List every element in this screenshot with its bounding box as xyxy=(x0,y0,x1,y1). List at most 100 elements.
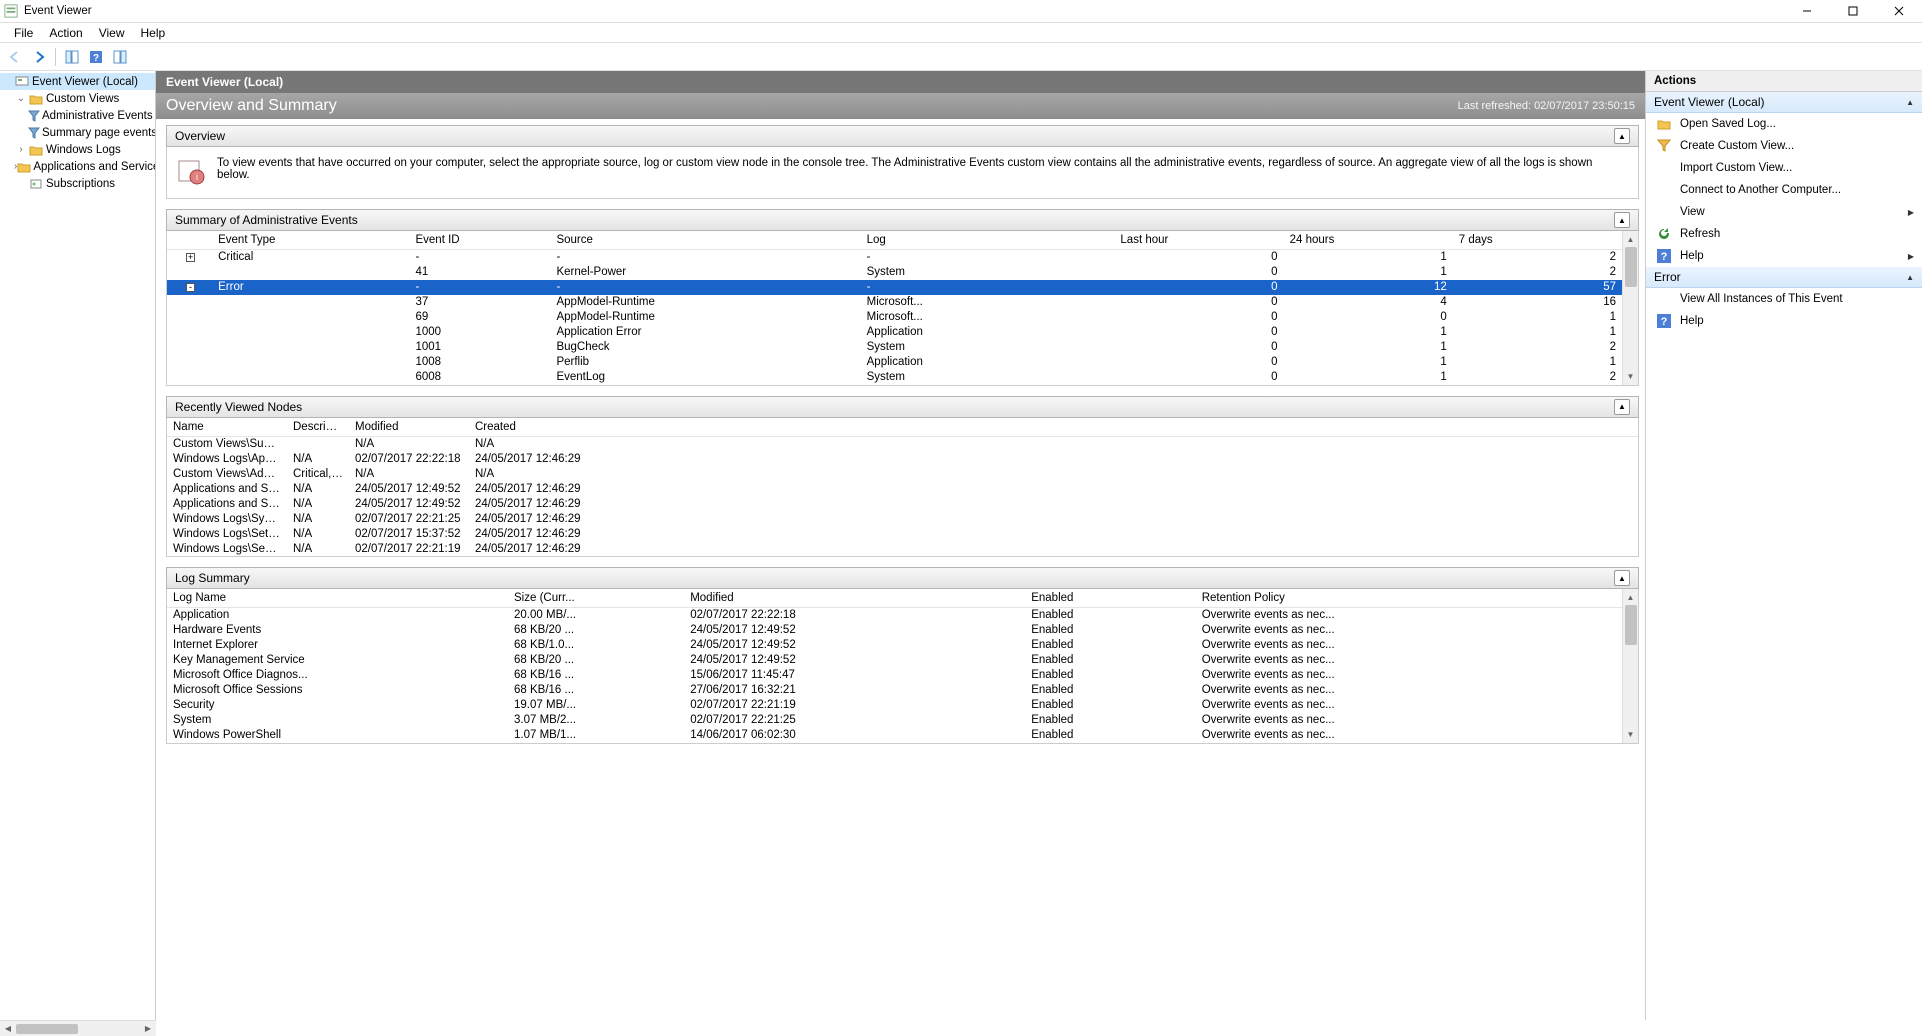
table-row[interactable]: Windows Logs\SystemN/A02/07/2017 22:21:2… xyxy=(167,511,1638,526)
help-button[interactable]: ? xyxy=(85,46,107,68)
summary-section-header[interactable]: Summary of Administrative Events ▲ xyxy=(166,209,1639,231)
tree-subscriptions-label: Subscriptions xyxy=(44,178,115,190)
action-item[interactable]: Refresh xyxy=(1646,223,1922,245)
toggle-icon[interactable]: + xyxy=(186,253,195,262)
minimize-button[interactable] xyxy=(1784,0,1830,22)
blank-icon xyxy=(1656,204,1672,220)
action-label: Open Saved Log... xyxy=(1680,118,1776,130)
folder-open-icon xyxy=(1656,116,1672,132)
table-row[interactable]: Security19.07 MB/...02/07/2017 22:21:19E… xyxy=(167,698,1622,713)
table-row[interactable]: Key Management Service68 KB/20 ...24/05/… xyxy=(167,653,1622,668)
table-row[interactable]: Microsoft Office Sessions68 KB/16 ...27/… xyxy=(167,683,1622,698)
folder-icon xyxy=(28,92,44,106)
show-hide-tree-button[interactable] xyxy=(61,46,83,68)
tree-admin-events-label: Administrative Events xyxy=(40,110,153,122)
tree-custom-views[interactable]: ⌄ Custom Views xyxy=(0,90,155,107)
show-hide-action-pane-button[interactable] xyxy=(109,46,131,68)
scroll-thumb[interactable] xyxy=(16,1024,78,1034)
chevron-right-icon: ▶ xyxy=(1908,208,1914,217)
action-item[interactable]: Create Custom View... xyxy=(1646,135,1922,157)
scroll-up-icon[interactable]: ▲ xyxy=(1623,589,1638,605)
table-row[interactable]: Application20.00 MB/...02/07/2017 22:22:… xyxy=(167,608,1622,623)
table-row[interactable]: 1008PerflibApplication 011 xyxy=(167,355,1622,370)
table-row[interactable]: Windows Logs\SetupN/A02/07/2017 15:37:52… xyxy=(167,526,1638,541)
summary-header-row[interactable]: Event Type Event ID Source Log Last hour… xyxy=(167,231,1622,250)
summary-scrollbar[interactable]: ▲ ▼ xyxy=(1622,231,1638,385)
scroll-down-icon[interactable]: ▼ xyxy=(1623,727,1638,743)
table-row[interactable]: 41Kernel-PowerSystem 012 xyxy=(167,265,1622,280)
table-row[interactable]: Windows Logs\Applicati...N/A02/07/2017 2… xyxy=(167,451,1638,466)
collapse-icon[interactable]: ▲ xyxy=(1614,570,1630,586)
table-row[interactable]: System3.07 MB/2...02/07/2017 22:21:25Ena… xyxy=(167,713,1622,728)
action-item[interactable]: Connect to Another Computer... xyxy=(1646,179,1922,201)
tree-root[interactable]: Event Viewer (Local) xyxy=(0,73,155,90)
table-row[interactable]: Custom Views\Summary...N/AN/A xyxy=(167,436,1638,451)
action-item[interactable]: ? Help xyxy=(1646,310,1922,332)
log-section-header[interactable]: Log Summary ▲ xyxy=(166,567,1639,589)
menu-action[interactable]: Action xyxy=(41,24,90,42)
toggle-icon[interactable]: - xyxy=(186,283,195,292)
table-row[interactable]: Custom Views\Administr...Critical, Er...… xyxy=(167,466,1638,481)
maximize-button[interactable] xyxy=(1830,0,1876,22)
recent-header-row[interactable]: Name Description Modified Created xyxy=(167,418,1638,437)
back-button[interactable] xyxy=(4,46,26,68)
scroll-right-icon[interactable]: ▶ xyxy=(140,1024,156,1033)
table-row[interactable]: Hardware Events68 KB/20 ...24/05/2017 12… xyxy=(167,623,1622,638)
action-label: Help xyxy=(1680,250,1704,262)
action-item[interactable]: Import Custom View... xyxy=(1646,157,1922,179)
menu-view[interactable]: View xyxy=(91,24,133,42)
table-row[interactable]: 1000Application ErrorApplication 011 xyxy=(167,325,1622,340)
expand-icon[interactable]: › xyxy=(14,144,28,155)
collapse-icon[interactable]: ▲ xyxy=(1614,128,1630,144)
table-row[interactable]: Windows PowerShell1.07 MB/1...14/06/2017… xyxy=(167,728,1622,743)
table-row[interactable]: Applications and Service...N/A24/05/2017… xyxy=(167,481,1638,496)
tree-windows-logs[interactable]: › Windows Logs xyxy=(0,141,155,158)
close-button[interactable] xyxy=(1876,0,1922,22)
table-row[interactable]: Internet Explorer68 KB/1.0...24/05/2017 … xyxy=(167,638,1622,653)
action-item[interactable]: Open Saved Log... xyxy=(1646,113,1922,135)
action-label: View xyxy=(1680,206,1705,218)
table-row[interactable]: 69AppModel-RuntimeMicrosoft... 001 xyxy=(167,310,1622,325)
table-row[interactable]: Applications and Service...N/A24/05/2017… xyxy=(167,496,1638,511)
actions-sub2[interactable]: Error ▲ xyxy=(1646,267,1922,288)
help-icon: ? xyxy=(1656,248,1672,264)
collapse-icon[interactable]: ▲ xyxy=(1906,98,1914,107)
scroll-down-icon[interactable]: ▼ xyxy=(1623,369,1638,385)
action-item[interactable]: ? Help ▶ xyxy=(1646,245,1922,267)
menu-file[interactable]: File xyxy=(6,24,41,42)
actions-sub1[interactable]: Event Viewer (Local) ▲ xyxy=(1646,92,1922,113)
action-item[interactable]: View All Instances of This Event xyxy=(1646,288,1922,310)
table-row[interactable]: 1001BugCheckSystem 012 xyxy=(167,340,1622,355)
collapse-icon[interactable]: ▲ xyxy=(1614,399,1630,415)
action-item[interactable]: View ▶ xyxy=(1646,201,1922,223)
table-row[interactable]: 6008EventLogSystem 012 xyxy=(167,370,1622,385)
table-row[interactable]: Windows Logs\SecurityN/A02/07/2017 22:21… xyxy=(167,541,1638,556)
action-label: Help xyxy=(1680,315,1704,327)
collapse-icon[interactable]: ▲ xyxy=(1906,273,1914,282)
log-header-row[interactable]: Log Name Size (Curr... Modified Enabled … xyxy=(167,589,1622,608)
tree-h-scrollbar[interactable]: ◀ ▶ xyxy=(0,1020,156,1036)
scroll-thumb[interactable] xyxy=(1625,247,1637,287)
table-row[interactable]: Microsoft Office Diagnos...68 KB/16 ...1… xyxy=(167,668,1622,683)
tree-admin-events[interactable]: Administrative Events xyxy=(0,107,155,124)
scroll-thumb[interactable] xyxy=(1625,605,1637,645)
table-row[interactable]: - Error--- 01257 xyxy=(167,280,1622,295)
collapse-icon[interactable]: ⌄ xyxy=(14,93,28,104)
overview-section-header[interactable]: Overview ▲ xyxy=(166,125,1639,147)
center-pane: Event Viewer (Local) Overview and Summar… xyxy=(156,71,1646,1020)
scroll-left-icon[interactable]: ◀ xyxy=(0,1024,16,1033)
menu-help[interactable]: Help xyxy=(133,24,174,42)
overview-section: Overview ▲ i To view events that have oc… xyxy=(166,125,1639,199)
scroll-up-icon[interactable]: ▲ xyxy=(1623,231,1638,247)
tree-subscriptions[interactable]: Subscriptions xyxy=(0,175,155,192)
tree-app-services[interactable]: › Applications and Services Lo xyxy=(0,158,155,175)
forward-button[interactable] xyxy=(28,46,50,68)
tree-summary-events[interactable]: Summary page events xyxy=(0,124,155,141)
table-row[interactable]: + Critical--- 012 xyxy=(167,250,1622,265)
table-row[interactable]: 37AppModel-RuntimeMicrosoft... 0416 xyxy=(167,295,1622,310)
recent-section-header[interactable]: Recently Viewed Nodes ▲ xyxy=(166,396,1639,418)
collapse-icon[interactable]: ▲ xyxy=(1614,212,1630,228)
log-scrollbar[interactable]: ▲ ▼ xyxy=(1622,589,1638,743)
blank-icon xyxy=(1656,291,1672,307)
menubar: File Action View Help xyxy=(0,23,1922,43)
